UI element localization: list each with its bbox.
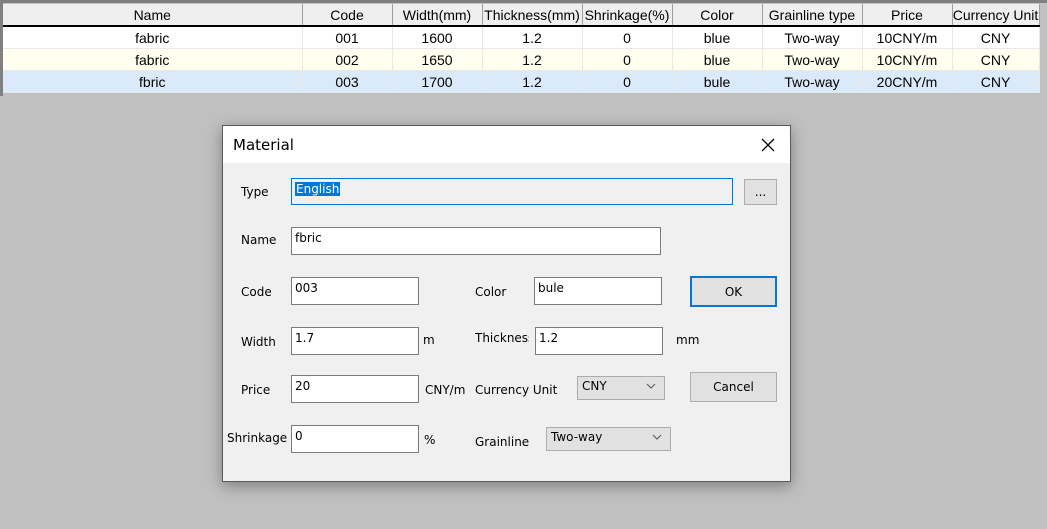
- thickness-unit: mm: [676, 333, 700, 347]
- width-unit: m: [423, 333, 435, 347]
- table-cell[interactable]: 1.2: [482, 70, 583, 93]
- close-icon: [761, 138, 775, 152]
- table-cell[interactable]: fabric: [3, 48, 303, 71]
- type-field[interactable]: English: [291, 178, 733, 205]
- table-cell[interactable]: 001: [302, 26, 393, 49]
- name-label: Name: [241, 233, 277, 247]
- materials-table: Name Code Width(mm) Thickness(mm) Shrink…: [3, 4, 1040, 93]
- code-input[interactable]: 003: [291, 277, 419, 305]
- type-label: Type: [241, 185, 269, 199]
- table-cell[interactable]: 1.2: [482, 48, 583, 71]
- grainline-value: Two-way: [551, 430, 603, 444]
- table-cell[interactable]: blue: [672, 26, 763, 49]
- table-cell[interactable]: 10CNY/m: [862, 26, 953, 49]
- type-value: English: [295, 182, 341, 196]
- dialog-titlebar[interactable]: Material: [223, 126, 790, 163]
- close-button[interactable]: [753, 132, 783, 158]
- column-header-grainline[interactable]: Grainline type: [762, 4, 863, 27]
- shrinkage-unit: %: [424, 433, 436, 447]
- shrinkage-label: Shrinkage: [227, 431, 288, 445]
- price-label: Price: [241, 383, 271, 397]
- grainline-label: Grainline: [475, 435, 530, 449]
- column-header-shrinkage[interactable]: Shrinkage(%): [582, 4, 673, 27]
- column-header-currency[interactable]: Currency Unit: [952, 4, 1040, 27]
- header-row: Name Code Width(mm) Thickness(mm) Shrink…: [3, 4, 1040, 27]
- thickness-input[interactable]: 1.2: [535, 327, 663, 355]
- column-header-name[interactable]: Name: [3, 4, 303, 27]
- table-cell[interactable]: 002: [302, 48, 393, 71]
- shrinkage-input[interactable]: 0: [291, 425, 419, 453]
- currency-value: CNY: [582, 379, 607, 393]
- currency-label: Currency Unit: [475, 383, 558, 397]
- name-input[interactable]: fbric: [291, 227, 661, 255]
- dialog-title: Material: [233, 136, 294, 154]
- grainline-select[interactable]: Two-way: [546, 427, 671, 451]
- type-browse-button[interactable]: ...: [744, 179, 777, 205]
- price-unit: CNY/m: [425, 383, 466, 397]
- thickness-label: Thickness: [475, 331, 529, 345]
- table-cell[interactable]: 1700: [392, 70, 483, 93]
- currency-select[interactable]: CNY: [577, 376, 665, 400]
- table-cell[interactable]: 0: [582, 26, 673, 49]
- table-cell[interactable]: 1.2: [482, 26, 583, 49]
- price-input[interactable]: 20: [291, 375, 419, 403]
- ok-button[interactable]: OK: [690, 276, 777, 307]
- table-cell[interactable]: Two-way: [762, 48, 863, 71]
- column-header-color[interactable]: Color: [672, 4, 763, 27]
- table-cell[interactable]: fabric: [3, 26, 303, 49]
- column-header-thickness[interactable]: Thickness(mm): [482, 4, 583, 27]
- chevron-down-icon: [646, 383, 656, 389]
- table-cell[interactable]: fbric: [3, 70, 303, 93]
- table-cell[interactable]: 0: [582, 70, 673, 93]
- width-label: Width: [241, 335, 276, 349]
- table-cell[interactable]: bule: [672, 70, 763, 93]
- color-input[interactable]: bule: [534, 277, 662, 305]
- table-row[interactable]: fabric 001 1600 1.2 0 blue Two-way 10CNY/m CNY: [3, 26, 1040, 49]
- color-label: Color: [475, 285, 507, 299]
- table-cell[interactable]: Two-way: [762, 70, 863, 93]
- column-header-width[interactable]: Width(mm): [392, 4, 483, 27]
- table-row[interactable]: fabric 002 1650 1.2 0 blue Two-way 10CNY/m CNY: [3, 48, 1040, 71]
- table-cell[interactable]: Two-way: [762, 26, 863, 49]
- table-cell[interactable]: CNY: [952, 70, 1040, 93]
- table-cell[interactable]: 10CNY/m: [862, 48, 953, 71]
- chevron-down-icon: [652, 434, 662, 440]
- material-dialog: Material Type English ... Name fbric Cod…: [222, 125, 791, 482]
- table-cell[interactable]: 0: [582, 48, 673, 71]
- column-header-price[interactable]: Price: [862, 4, 953, 27]
- width-input[interactable]: 1.7: [291, 327, 419, 355]
- column-header-code[interactable]: Code: [302, 4, 393, 27]
- table-cell[interactable]: blue: [672, 48, 763, 71]
- table-cell[interactable]: 20CNY/m: [862, 70, 953, 93]
- table-row[interactable]: fbric 003 1700 1.2 0 bule Two-way 20CNY/m CNY: [3, 70, 1040, 93]
- code-label: Code: [241, 285, 272, 299]
- table-cell[interactable]: 003: [302, 70, 393, 93]
- table-cell[interactable]: 1650: [392, 48, 483, 71]
- cancel-button[interactable]: Cancel: [690, 372, 777, 402]
- table-cell[interactable]: CNY: [952, 26, 1040, 49]
- table-cell[interactable]: 1600: [392, 26, 483, 49]
- table-cell[interactable]: CNY: [952, 48, 1040, 71]
